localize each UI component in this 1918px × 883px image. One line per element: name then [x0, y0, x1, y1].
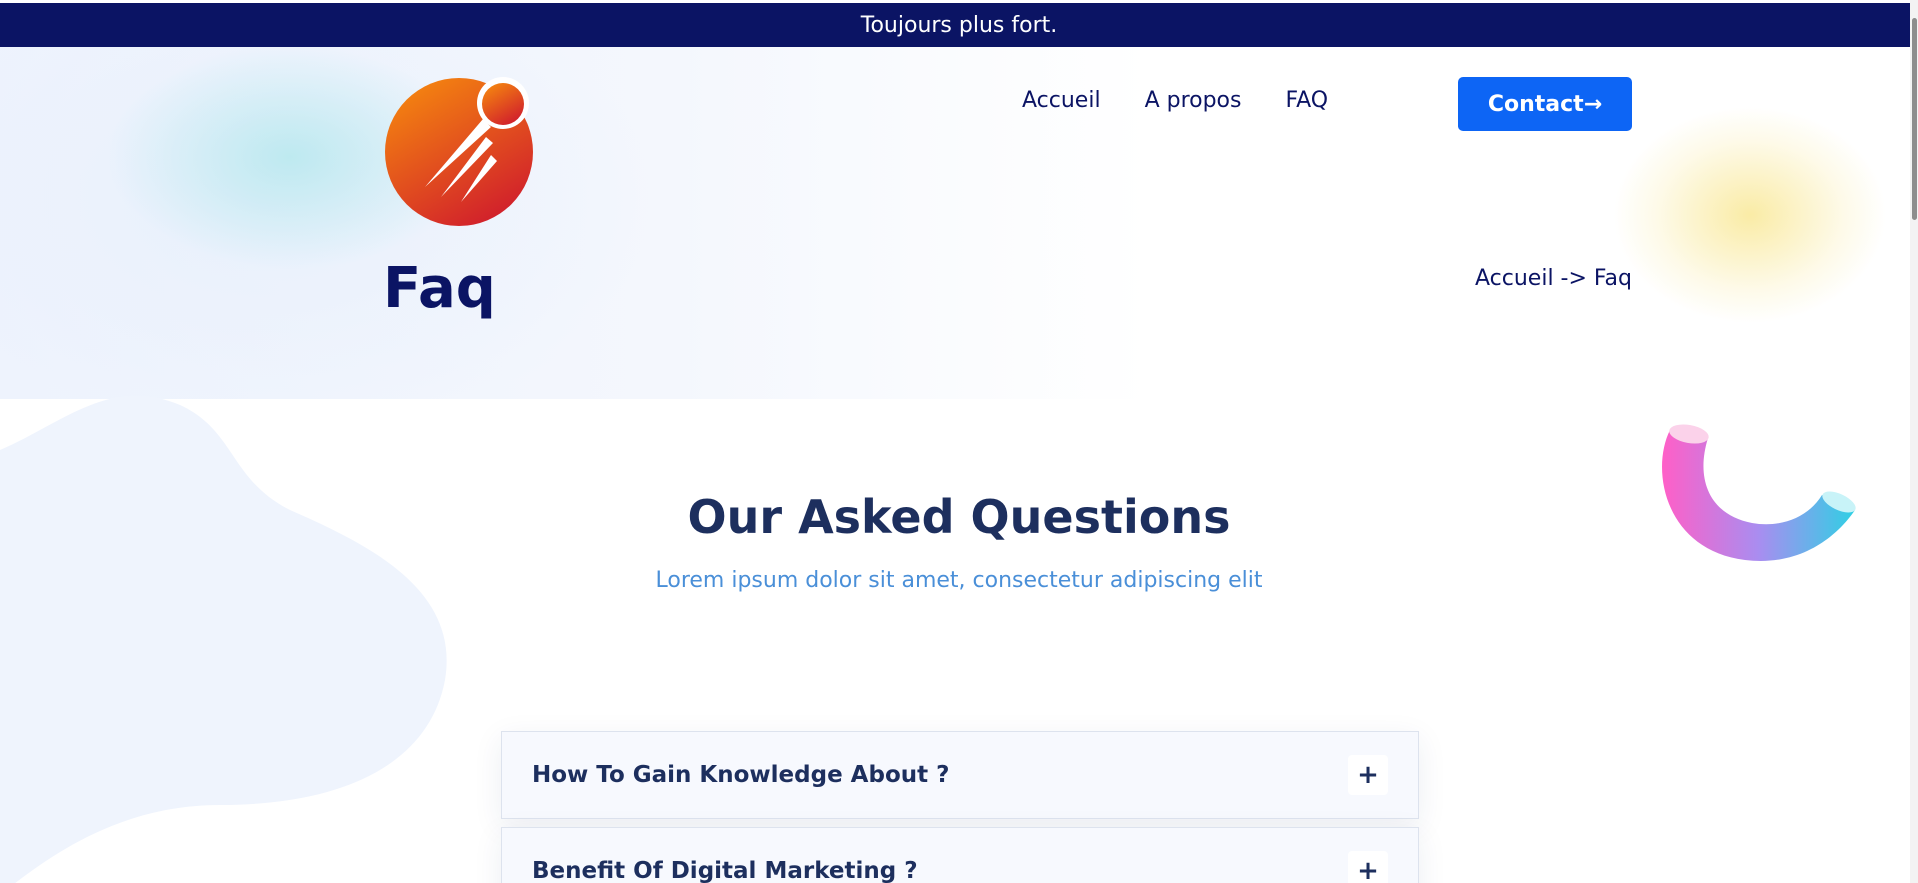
background-blob — [0, 395, 447, 883]
comet-logo-icon[interactable] — [383, 77, 535, 227]
vertical-scrollbar[interactable] — [1910, 0, 1918, 883]
contact-button[interactable]: Contact→ — [1458, 77, 1632, 131]
section-heading: Our Asked Questions — [687, 490, 1231, 544]
plus-icon[interactable]: + — [1348, 851, 1388, 883]
faq-question: How To Gain Knowledge About ? — [532, 762, 950, 788]
faq-item[interactable]: How To Gain Knowledge About ? + — [501, 731, 1419, 819]
nav-item-accueil[interactable]: Accueil — [1022, 88, 1101, 113]
faq-accordion: How To Gain Knowledge About ? + Benefit … — [501, 731, 1419, 883]
announcement-bar: Toujours plus fort. — [0, 3, 1918, 47]
breadcrumb[interactable]: Accueil -> Faq — [1475, 266, 1632, 291]
announcement-text: Toujours plus fort. — [860, 12, 1058, 38]
page: Toujours plus fort. Accueil A propos FAQ… — [0, 0, 1918, 883]
main-nav: Accueil A propos FAQ — [1022, 88, 1328, 113]
faq-item[interactable]: Benefit Of Digital Marketing ? + — [501, 827, 1419, 883]
page-title: Faq — [383, 256, 496, 321]
nav-item-a-propos[interactable]: A propos — [1145, 88, 1242, 113]
section-subtitle: Lorem ipsum dolor sit amet, consectetur … — [655, 568, 1263, 593]
nav-item-faq[interactable]: FAQ — [1285, 88, 1328, 113]
plus-icon[interactable]: + — [1348, 755, 1388, 795]
scrollbar-thumb[interactable] — [1912, 18, 1917, 220]
faq-question: Benefit Of Digital Marketing ? — [532, 858, 918, 883]
